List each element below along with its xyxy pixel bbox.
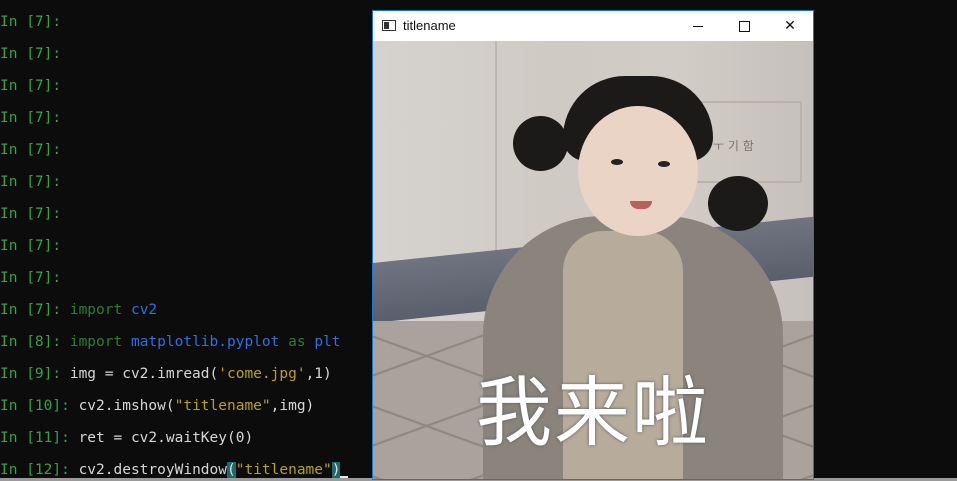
terminal-line: In [7]:: [0, 140, 61, 160]
terminal-line: In [7]: import cv2: [0, 300, 157, 320]
code-alias: plt: [314, 334, 341, 350]
input-prompt: In [12]:: [0, 462, 70, 478]
terminal-line: In [9]: img = cv2.imread('come.jpg',1): [0, 364, 332, 384]
code-text: cv2.imshow(: [78, 398, 175, 414]
terminal-line: In [7]:: [0, 12, 61, 32]
input-prompt: In [7]:: [0, 14, 62, 30]
minimize-button[interactable]: [675, 11, 721, 41]
terminal-line: In [8]: import matplotlib.pyplot as plt: [0, 332, 341, 352]
input-prompt: In [7]:: [0, 238, 62, 254]
matched-bracket: ): [331, 462, 341, 478]
input-prompt: In [8]:: [0, 334, 62, 350]
input-prompt: In [7]:: [0, 270, 62, 286]
close-icon: ✕: [784, 18, 796, 34]
code-text: img = cv2.imread(: [69, 366, 219, 382]
input-prompt: In [7]:: [0, 142, 62, 158]
maximize-button[interactable]: [721, 11, 767, 41]
code-string: "titlename": [235, 462, 332, 478]
child-eye: [658, 161, 670, 167]
code-keyword: import: [69, 334, 123, 350]
input-prompt: In [7]:: [0, 78, 62, 94]
code-module: cv2: [130, 302, 158, 318]
code-text: ,img): [270, 398, 315, 414]
terminal-line: In [10]: cv2.imshow("titlename",img): [0, 396, 314, 416]
input-prompt: In [7]:: [0, 110, 62, 126]
code-module: matplotlib.pyplot: [130, 334, 280, 350]
input-prompt: In [9]:: [0, 366, 62, 382]
child-pigtail-left: [513, 116, 568, 171]
window-app-icon: [382, 20, 396, 31]
input-prompt: In [7]:: [0, 302, 62, 318]
code-string: "titlename": [174, 398, 271, 414]
code-text: cv2.destroyWindow: [78, 462, 227, 478]
terminal-line: In [7]:: [0, 172, 61, 192]
input-prompt: In [10]:: [0, 398, 70, 414]
code-keyword: as: [288, 334, 306, 350]
displayed-image: ㅜ 기 함 我来啦: [373, 41, 813, 479]
terminal-line: In [7]:: [0, 204, 61, 224]
matched-bracket: (: [226, 462, 236, 478]
code-string: 'come.jpg': [218, 366, 306, 382]
child-pigtail-right: [708, 176, 768, 231]
wall-sign-text: ㅜ 기 함: [713, 139, 754, 153]
terminal-line: In [7]:: [0, 44, 61, 64]
input-prompt: In [11]:: [0, 430, 70, 446]
terminal-line: In [11]: ret = cv2.waitKey(0): [0, 428, 253, 448]
code-text: ,1): [305, 366, 332, 382]
input-prompt: In [7]:: [0, 46, 62, 62]
input-prompt: In [7]:: [0, 206, 62, 222]
close-button[interactable]: ✕: [767, 11, 813, 41]
code-keyword: import: [69, 302, 123, 318]
terminal-line: In [7]:: [0, 108, 61, 128]
terminal-line: In [7]:: [0, 268, 61, 288]
terminal-input-line[interactable]: In [12]: cv2.destroyWindow("titlename"): [0, 460, 349, 480]
terminal-line: In [7]:: [0, 76, 61, 96]
child-face: [578, 106, 698, 236]
child-eye: [611, 159, 623, 165]
image-caption: 我来啦: [476, 368, 710, 457]
window-titlebar[interactable]: titlename ✕: [373, 11, 813, 41]
input-prompt: In [7]:: [0, 174, 62, 190]
maximize-icon: [738, 20, 750, 32]
minimize-icon: [693, 25, 703, 27]
terminal-line: In [7]:: [0, 236, 61, 256]
window-title: titlename: [403, 18, 456, 33]
image-window[interactable]: titlename ✕ ㅜ 기 함 我来啦: [372, 10, 814, 480]
code-text: ret = cv2.waitKey(0): [78, 430, 254, 446]
